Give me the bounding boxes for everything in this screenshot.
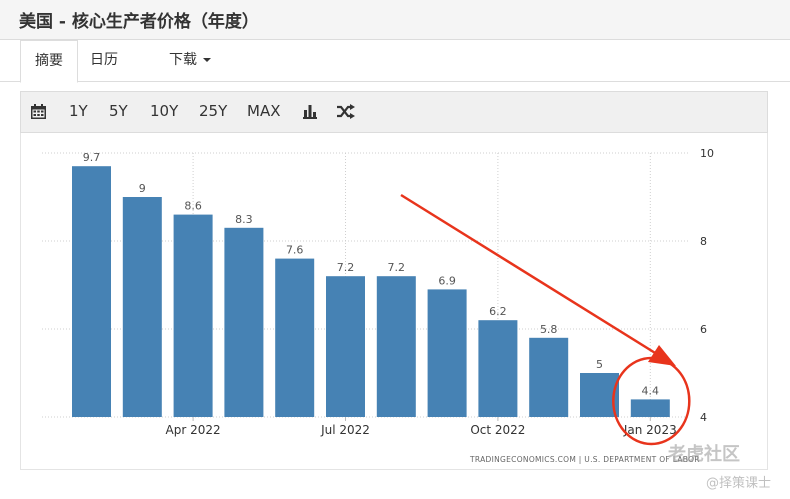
source-footer: TRADINGECONOMICS.COM | U.S. DEPARTMENT O… — [470, 455, 700, 464]
bar-value-label: 5 — [596, 358, 603, 371]
y-axis-ticks: 4 6 8 10 — [700, 147, 714, 424]
bar — [427, 289, 467, 417]
bar-value-label: 8.6 — [184, 200, 202, 213]
range-button-max[interactable]: MAX — [247, 102, 280, 120]
chart-toolbar: 1Y 5Y 10Y 25Y MAX — [20, 91, 768, 133]
chevron-down-icon — [203, 58, 211, 62]
page-title: 美国 - 核心生产者价格（年度） — [19, 12, 259, 32]
bar-value-label: 7.2 — [388, 261, 406, 274]
bar-value-label: 9 — [139, 182, 146, 195]
x-tick-label: Jul 2022 — [320, 423, 370, 437]
data-labels: 9.7 9 8.6 8.3 7.6 7.2 7.2 6.9 6.2 5.8 5 4.4 — [83, 151, 659, 397]
bar-chart-icon[interactable] — [303, 104, 317, 119]
bar — [122, 197, 162, 417]
bar-value-label: 7.6 — [286, 244, 304, 257]
calendar-icon[interactable] — [31, 104, 46, 119]
tab-bar: 摘要 日历 下载 — [0, 40, 790, 83]
tab-download-label: 下载 — [169, 52, 197, 68]
tab-summary[interactable]: 摘要 — [20, 40, 78, 83]
y-tick-label: 4 — [700, 411, 707, 424]
watermark-handle: @择策课士 — [706, 476, 772, 491]
range-button-25y[interactable]: 25Y — [199, 102, 227, 120]
range-button-5y[interactable]: 5Y — [109, 102, 128, 120]
shuffle-icon[interactable] — [337, 104, 355, 119]
bar-chart: 9.7 9 8.6 8.3 7.6 7.2 7.2 6.9 6.2 5.8 5 4.4 4 6 8 10 A… — [42, 147, 714, 446]
bar — [630, 399, 670, 417]
bar — [478, 320, 518, 417]
x-tick-label: Oct 2022 — [470, 423, 525, 437]
tab-calendar[interactable]: 日历 — [76, 40, 132, 82]
range-button-1y[interactable]: 1Y — [69, 102, 88, 120]
bars — [72, 166, 670, 417]
y-tick-label: 8 — [700, 235, 707, 248]
title-bar: 美国 - 核心生产者价格（年度） — [0, 0, 790, 40]
annotation-arrowhead — [648, 345, 676, 366]
bar — [173, 214, 213, 417]
bar — [72, 166, 111, 417]
x-axis-ticks: Apr 2022 Jul 2022 Oct 2022 Jan 2023 — [166, 417, 677, 437]
bar-value-label: 4.4 — [642, 384, 660, 397]
bar-value-label: 7.2 — [337, 261, 355, 274]
range-button-10y[interactable]: 10Y — [150, 102, 178, 120]
bar — [326, 276, 365, 417]
y-tick-label: 10 — [700, 147, 714, 160]
tab-download[interactable]: 下载 — [155, 40, 225, 82]
x-tick-label: Apr 2022 — [166, 423, 221, 437]
y-tick-label: 6 — [700, 323, 707, 336]
bar-value-label: 5.8 — [540, 323, 558, 336]
bar — [376, 276, 416, 417]
bar-value-label: 6.9 — [438, 274, 456, 287]
x-tick-label: Jan 2023 — [623, 423, 677, 437]
bar — [529, 337, 569, 417]
watermark-logo-text: 老虎社区 — [668, 444, 740, 465]
bar-value-label: 9.7 — [83, 151, 101, 164]
bar-value-label: 6.2 — [489, 305, 507, 318]
bar — [224, 227, 264, 417]
bar — [275, 258, 315, 417]
bar-value-label: 8.3 — [235, 213, 253, 226]
